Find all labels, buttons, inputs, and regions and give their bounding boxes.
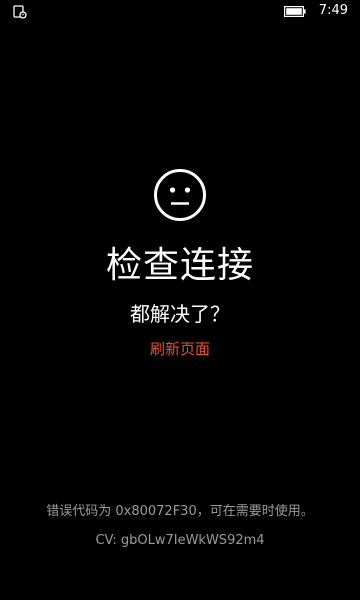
error-page: 检查连接 都解决了？ 刷新页面 错误代码为 0x80072F30，可在需要时使用…: [0, 0, 360, 600]
page-title: 检查连接: [105, 245, 254, 286]
correlation-vector-text: CV: gbOLw7IeWkWS92m4: [95, 533, 265, 548]
refresh-page-link[interactable]: 刷新页面: [0, 338, 360, 359]
page-subtitle: 都解决了？: [130, 302, 230, 326]
neutral-face-icon: [154, 169, 206, 221]
error-code-text: 错误代码为 0x80072F30，可在需要时使用。: [46, 504, 314, 519]
